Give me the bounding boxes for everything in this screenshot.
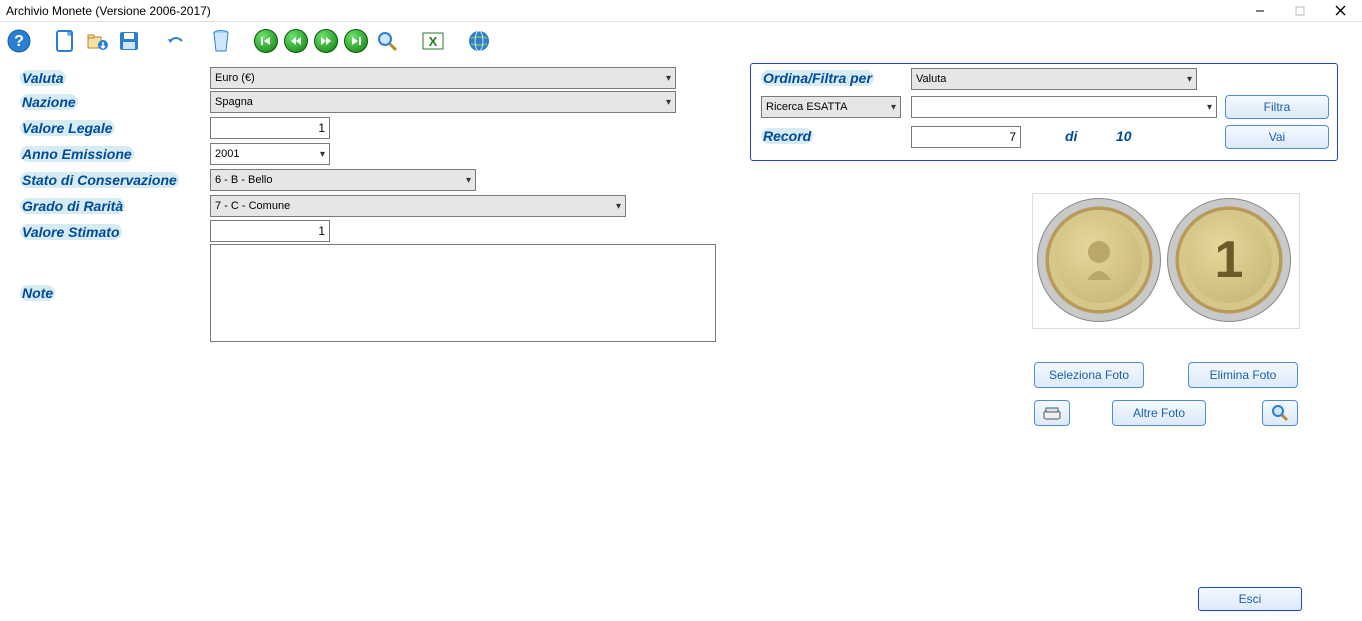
nazione-select[interactable]: Spagna▾	[210, 91, 676, 113]
valuta-label: Valuta	[20, 70, 66, 86]
stato-conservazione-label: Stato di Conservazione	[20, 172, 179, 188]
first-record-icon[interactable]	[254, 29, 278, 53]
new-icon[interactable]	[52, 28, 78, 54]
altre-foto-button[interactable]: Altre Foto	[1112, 400, 1206, 426]
vai-button[interactable]: Vai	[1225, 125, 1329, 149]
last-record-icon[interactable]	[344, 29, 368, 53]
scanner-button[interactable]	[1034, 400, 1070, 426]
valuta-select[interactable]: Euro (€)▾	[210, 67, 676, 89]
note-label: Note	[20, 285, 55, 301]
coin-reverse-image: 1	[1167, 198, 1291, 322]
valore-legale-input[interactable]	[210, 117, 330, 139]
prev-record-icon[interactable]	[284, 29, 308, 53]
filter-panel: Ordina/Filtra per Valuta▾ Ricerca ESATTA…	[750, 63, 1338, 161]
titlebar: Archivio Monete (Versione 2006-2017)	[0, 0, 1362, 22]
save-icon[interactable]	[116, 28, 142, 54]
filter-value-select[interactable]: ▾	[911, 96, 1217, 118]
window-controls	[1240, 0, 1360, 22]
scanner-icon	[1042, 405, 1062, 421]
note-textarea[interactable]	[210, 244, 716, 342]
chevron-down-icon: ▾	[666, 73, 671, 84]
esci-button[interactable]: Esci	[1198, 587, 1302, 611]
grado-rarita-select[interactable]: 7 - C - Comune▾	[210, 195, 626, 217]
filter-field-select[interactable]: Valuta▾	[911, 68, 1197, 90]
toolbar: ? X	[0, 22, 1362, 60]
coin-photo-panel: 1	[1032, 193, 1300, 329]
valore-stimato-input[interactable]	[210, 220, 330, 242]
chevron-down-icon: ▾	[666, 97, 671, 108]
close-button[interactable]	[1320, 0, 1360, 22]
record-label: Record	[761, 128, 813, 144]
undo-icon[interactable]	[162, 28, 188, 54]
coin-obverse-image	[1037, 198, 1161, 322]
maximize-button[interactable]	[1280, 0, 1320, 22]
chevron-down-icon: ▾	[616, 201, 621, 212]
anno-emissione-label: Anno Emissione	[20, 146, 134, 162]
di-label: di	[1065, 128, 1077, 144]
open-icon[interactable]	[84, 28, 110, 54]
minimize-button[interactable]	[1240, 0, 1280, 22]
filter-mode-select[interactable]: Ricerca ESATTA▾	[761, 96, 901, 118]
trash-icon[interactable]	[208, 28, 234, 54]
globe-icon[interactable]	[466, 28, 492, 54]
search-icon[interactable]	[374, 28, 400, 54]
window-title: Archivio Monete (Versione 2006-2017)	[6, 4, 211, 18]
valore-stimato-label: Valore Stimato	[20, 224, 122, 240]
next-record-icon[interactable]	[314, 29, 338, 53]
content-area: Valuta Euro (€)▾ Nazione Spagna▾ Valore …	[0, 60, 1362, 621]
excel-icon[interactable]: X	[420, 28, 446, 54]
svg-text:?: ?	[14, 33, 24, 50]
chevron-down-icon: ▾	[320, 149, 325, 160]
chevron-down-icon: ▾	[891, 102, 896, 113]
record-input[interactable]	[911, 126, 1021, 148]
anno-emissione-select[interactable]: 2001▾	[210, 143, 330, 165]
magnifier-icon	[1271, 404, 1289, 422]
valore-legale-label: Valore Legale	[20, 120, 115, 136]
help-icon[interactable]: ?	[6, 28, 32, 54]
stato-conservazione-select[interactable]: 6 - B - Bello▾	[210, 169, 476, 191]
chevron-down-icon: ▾	[1207, 102, 1212, 113]
elimina-foto-button[interactable]: Elimina Foto	[1188, 362, 1298, 388]
chevron-down-icon: ▾	[466, 175, 471, 186]
filter-title: Ordina/Filtra per	[761, 70, 874, 86]
filtra-button[interactable]: Filtra	[1225, 95, 1329, 119]
chevron-down-icon: ▾	[1187, 74, 1192, 85]
seleziona-foto-button[interactable]: Seleziona Foto	[1034, 362, 1144, 388]
svg-text:X: X	[429, 34, 438, 49]
grado-rarita-label: Grado di Rarità	[20, 198, 125, 214]
record-total: 10	[1116, 128, 1132, 144]
zoom-button[interactable]	[1262, 400, 1298, 426]
nazione-label: Nazione	[20, 94, 78, 110]
